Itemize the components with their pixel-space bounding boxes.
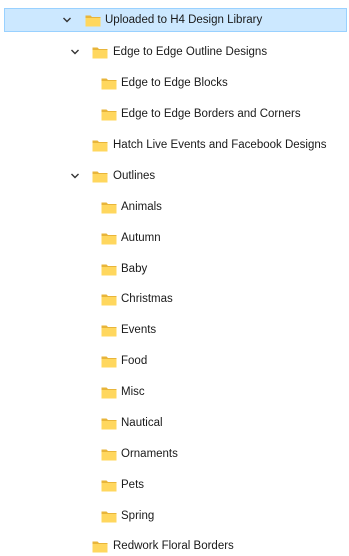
tree-item-edge-to-edge-borders-and-corners[interactable]: Edge to Edge Borders and Corners bbox=[0, 102, 349, 126]
tree-item-label: Christmas bbox=[121, 293, 173, 305]
tree-item-label: Pets bbox=[121, 479, 145, 491]
folder-icon bbox=[92, 46, 108, 59]
chevron-down-icon[interactable] bbox=[70, 171, 80, 181]
folder-icon bbox=[101, 324, 117, 337]
tree-item-edge-to-edge-blocks[interactable]: Edge to Edge Blocks bbox=[0, 71, 349, 95]
tree-item-misc[interactable]: Misc bbox=[0, 380, 349, 404]
folder-icon bbox=[101, 232, 117, 245]
tree-item-label: Edge to Edge Outline Designs bbox=[113, 46, 268, 58]
folder-icon bbox=[92, 139, 108, 152]
tree-item-ornaments[interactable]: Ornaments bbox=[0, 442, 349, 466]
chevron-down-icon[interactable] bbox=[70, 47, 80, 57]
tree-item-baby[interactable]: Baby bbox=[0, 257, 349, 281]
folder-icon bbox=[85, 14, 101, 27]
tree-item-hatch-live-events[interactable]: Hatch Live Events and Facebook Designs bbox=[0, 133, 349, 157]
tree-item-spring[interactable]: Spring bbox=[0, 504, 349, 528]
folder-icon bbox=[101, 108, 117, 121]
tree-item-label: Misc bbox=[121, 386, 145, 398]
folder-icon bbox=[101, 417, 117, 430]
tree-item-label: Spring bbox=[121, 510, 155, 522]
folder-icon bbox=[101, 293, 117, 306]
tree-item-label: Hatch Live Events and Facebook Designs bbox=[113, 139, 327, 151]
tree-item-outlines[interactable]: Outlines bbox=[0, 164, 349, 188]
tree-item-autumn[interactable]: Autumn bbox=[0, 226, 349, 250]
tree-item-label: Events bbox=[121, 324, 157, 336]
folder-icon bbox=[101, 386, 117, 399]
folder-icon bbox=[101, 448, 117, 461]
tree-item-edge-to-edge-outline-designs[interactable]: Edge to Edge Outline Designs bbox=[0, 40, 349, 64]
tree-item-label: Nautical bbox=[121, 417, 163, 429]
folder-icon bbox=[92, 540, 108, 553]
folder-icon bbox=[101, 201, 117, 214]
tree-item-label: Animals bbox=[121, 201, 162, 213]
folder-icon bbox=[101, 510, 117, 523]
tree-item-label: Edge to Edge Blocks bbox=[121, 77, 228, 89]
tree-item-food[interactable]: Food bbox=[0, 349, 349, 373]
tree-item-nautical[interactable]: Nautical bbox=[0, 411, 349, 435]
tree-item-pets[interactable]: Pets bbox=[0, 473, 349, 497]
tree-item-label: Edge to Edge Borders and Corners bbox=[121, 108, 301, 120]
folder-icon bbox=[101, 479, 117, 492]
tree-item-label: Food bbox=[121, 355, 148, 367]
folder-tree: Uploaded to H4 Design Library Edge to Ed… bbox=[0, 0, 349, 556]
folder-icon bbox=[101, 263, 117, 276]
tree-item-uploaded-to-h4[interactable]: Uploaded to H4 Design Library bbox=[4, 8, 347, 32]
chevron-down-icon[interactable] bbox=[62, 15, 72, 25]
tree-item-label: Autumn bbox=[121, 232, 161, 244]
tree-item-label: Ornaments bbox=[121, 448, 178, 460]
folder-icon bbox=[101, 355, 117, 368]
tree-item-label: Redwork Floral Borders bbox=[113, 540, 234, 552]
tree-item-events[interactable]: Events bbox=[0, 318, 349, 342]
tree-item-christmas[interactable]: Christmas bbox=[0, 287, 349, 311]
tree-item-label: Outlines bbox=[113, 170, 156, 182]
tree-item-animals[interactable]: Animals bbox=[0, 195, 349, 219]
folder-icon bbox=[92, 170, 108, 183]
tree-item-label: Baby bbox=[121, 263, 148, 275]
tree-item-redwork-floral-borders[interactable]: Redwork Floral Borders bbox=[0, 534, 349, 556]
folder-icon bbox=[101, 77, 117, 90]
tree-item-label: Uploaded to H4 Design Library bbox=[105, 14, 263, 26]
